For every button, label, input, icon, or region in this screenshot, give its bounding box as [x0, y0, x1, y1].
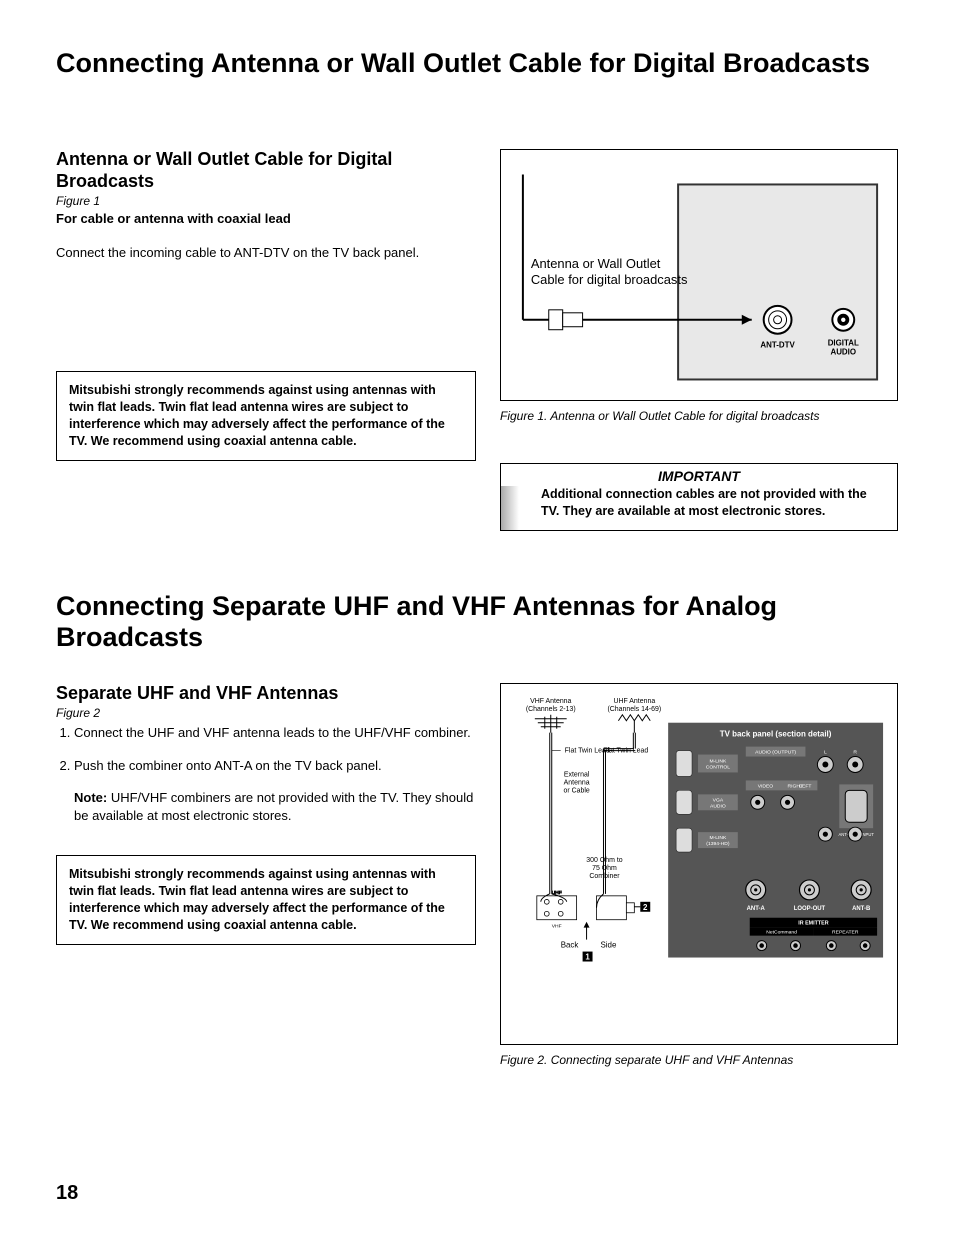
page-title-2: Connecting Separate UHF and VHF Antennas… — [56, 591, 898, 653]
svg-text:M-LINK: M-LINK — [709, 758, 727, 764]
svg-text:DIGITAL: DIGITAL — [828, 339, 859, 348]
svg-text:AUDIO: AUDIO — [710, 803, 726, 809]
svg-text:LOOP-OUT: LOOP-OUT — [794, 906, 826, 912]
svg-text:Antenna: Antenna — [564, 779, 590, 786]
svg-text:Side: Side — [600, 940, 616, 949]
important-box: IMPORTANT Additional connection cables a… — [500, 463, 898, 531]
svg-text:VHF: VHF — [552, 924, 562, 930]
svg-text:Cable for digital broadcasts: Cable for digital broadcasts — [531, 272, 688, 287]
svg-text:75 Ohm: 75 Ohm — [592, 865, 617, 872]
svg-text:ANT-B: ANT-B — [852, 906, 871, 912]
section1-warning-box: Mitsubishi strongly recommends against u… — [56, 371, 476, 461]
svg-text:IR EMITTER: IR EMITTER — [798, 921, 828, 927]
svg-text:VGA: VGA — [713, 797, 724, 803]
svg-text:(Channels 14-69): (Channels 14-69) — [607, 706, 661, 713]
svg-text:REPEATER: REPEATER — [832, 930, 859, 936]
page-title-1: Connecting Antenna or Wall Outlet Cable … — [56, 48, 898, 79]
section2-heading: Separate UHF and VHF Antennas — [56, 683, 476, 705]
section2-steps: Connect the UHF and VHF antenna leads to… — [56, 724, 476, 774]
svg-text:NetCommand: NetCommand — [766, 930, 797, 936]
section2-note: Note: UHF/VHF combiners are not provided… — [74, 789, 476, 825]
section1-body: Connect the incoming cable to ANT-DTV on… — [56, 244, 476, 262]
figure-1: ANT-DTV DIGITAL AUDIO Antenna or Wall Ou… — [500, 149, 898, 401]
svg-text:CONTROL: CONTROL — [706, 764, 731, 770]
step-2: Push the combiner onto ANT-A on the TV b… — [74, 757, 476, 775]
page-number: 18 — [56, 1182, 78, 1205]
svg-text:M-LINK: M-LINK — [709, 835, 727, 841]
section1-heading: Antenna or Wall Outlet Cable for Digital… — [56, 149, 476, 192]
svg-text:AUDIO: AUDIO — [830, 348, 856, 357]
section1-subhead: For cable or antenna with coaxial lead — [56, 210, 476, 228]
section2-figref: Figure 2 — [56, 706, 476, 720]
svg-text:ANT-DTV: ANT-DTV — [760, 341, 795, 350]
svg-text:L: L — [824, 749, 827, 755]
important-title: IMPORTANT — [501, 464, 897, 486]
svg-text:TV back panel (section detail): TV back panel (section detail) — [720, 730, 832, 739]
svg-text:(Channels 2-13): (Channels 2-13) — [526, 706, 576, 713]
step-1: Connect the UHF and VHF antenna leads to… — [74, 724, 476, 742]
svg-text:VHF Antenna: VHF Antenna — [530, 698, 571, 705]
svg-text:Combiner: Combiner — [589, 873, 620, 880]
section2-warning-box: Mitsubishi strongly recommends against u… — [56, 855, 476, 945]
svg-text:2: 2 — [643, 903, 648, 912]
svg-text:Back: Back — [561, 940, 579, 949]
svg-text:External: External — [564, 771, 590, 778]
svg-text:Flat Twin Lead: Flat Twin Lead — [603, 747, 648, 754]
figure-2: VHF Antenna (Channels 2-13) UHF Antenna … — [500, 683, 898, 1045]
svg-text:LEFT: LEFT — [799, 783, 811, 789]
svg-text:Antenna or Wall Outlet: Antenna or Wall Outlet — [531, 256, 661, 271]
figure-1-caption: Figure 1. Antenna or Wall Outlet Cable f… — [500, 409, 898, 423]
section1-figref: Figure 1 — [56, 194, 476, 208]
svg-text:ANT-A: ANT-A — [747, 906, 766, 912]
svg-text:R: R — [853, 749, 857, 755]
important-body: Additional connection cables are not pro… — [501, 486, 897, 530]
svg-text:(1394-HD): (1394-HD) — [706, 841, 730, 847]
svg-text:UHF Antenna: UHF Antenna — [613, 698, 655, 705]
svg-text:AUDIO (OUTPUT): AUDIO (OUTPUT) — [755, 749, 796, 755]
figure-2-caption: Figure 2. Connecting separate UHF and VH… — [500, 1053, 898, 1067]
svg-text:or Cable: or Cable — [563, 787, 589, 794]
svg-text:VIDEO: VIDEO — [758, 783, 774, 789]
svg-text:1: 1 — [585, 952, 590, 961]
svg-text:300 Ohm to: 300 Ohm to — [586, 857, 622, 864]
